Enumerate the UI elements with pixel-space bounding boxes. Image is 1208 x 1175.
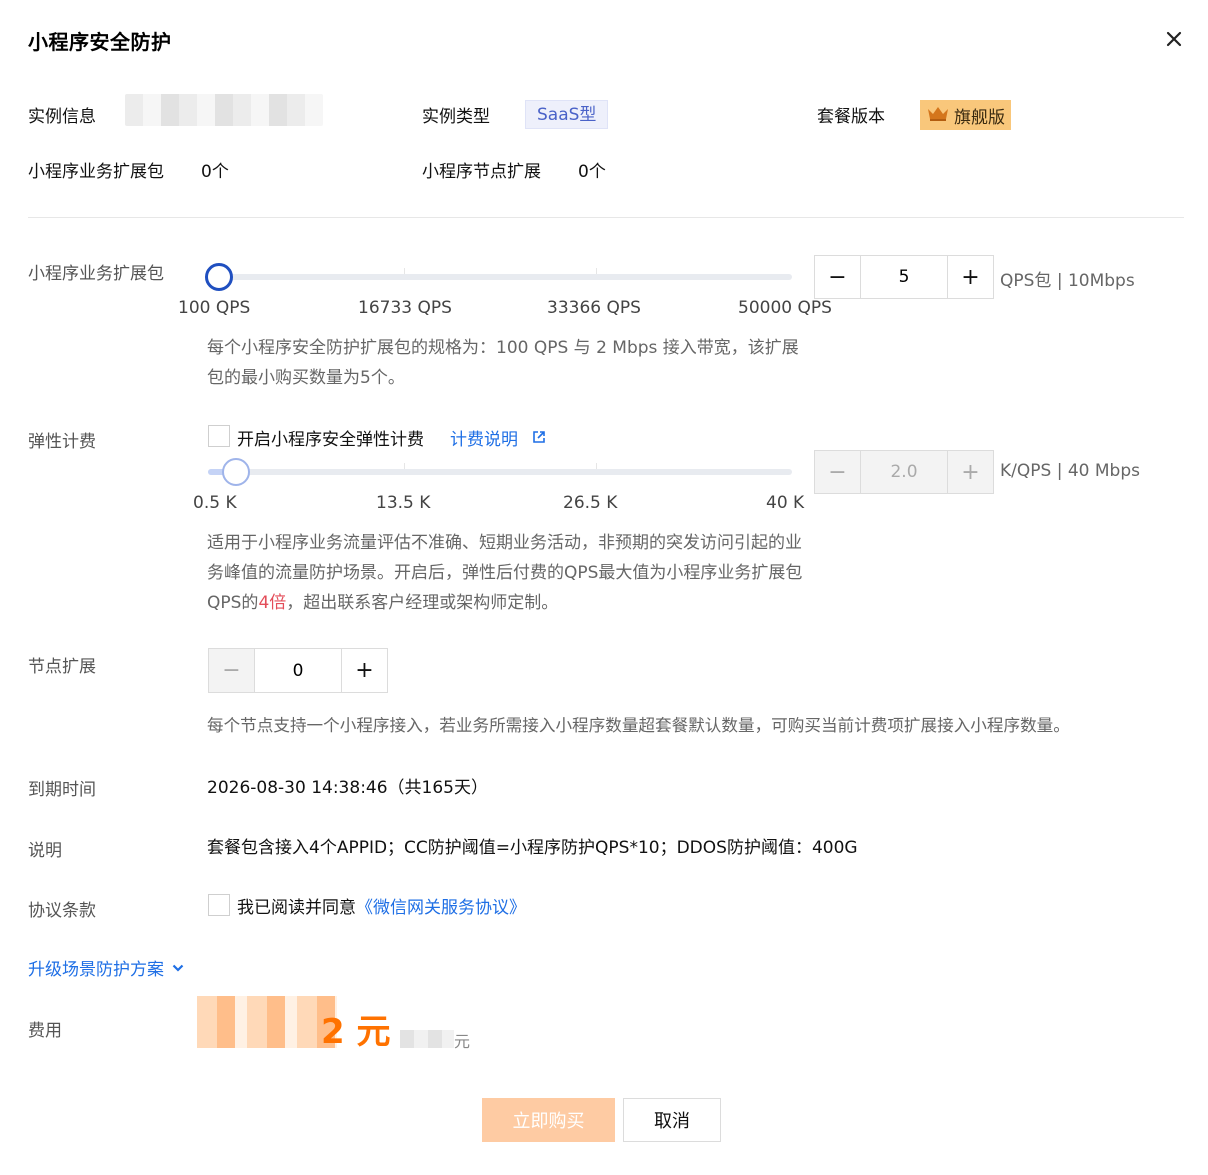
node-ext-stepper[interactable]: − 0 + (208, 648, 388, 693)
elastic-tick: 13.5 K (376, 493, 431, 513)
node-ext-help: 每个节点支持一个小程序接入，若业务所需接入小程序数量超套餐默认数量，可购买当前计… (207, 716, 1070, 735)
expiry-label: 到期时间 (28, 780, 96, 800)
biz-pack-info-label: 小程序业务扩展包 (28, 162, 164, 182)
minus-icon[interactable]: − (815, 451, 860, 493)
agreement-label: 协议条款 (28, 901, 96, 921)
biz-pack-slider-handle[interactable] (205, 263, 233, 291)
original-price-suffix: 元 (454, 1032, 471, 1051)
elastic-help-highlight: 4倍 (258, 593, 287, 613)
node-ext-info-label: 小程序节点扩展 (422, 162, 541, 182)
buy-button[interactable]: 立即购买 (482, 1098, 615, 1142)
fee-label: 费用 (28, 1021, 62, 1041)
price-blurred (197, 996, 337, 1048)
instance-info-label: 实例信息 (28, 107, 96, 127)
elastic-slider-handle[interactable] (222, 458, 250, 486)
agreement-checkbox[interactable] (208, 894, 230, 916)
dialog-title: 小程序安全防护 (28, 30, 172, 54)
original-price-blurred (400, 1030, 454, 1048)
divider (28, 217, 1184, 218)
crown-icon (926, 104, 950, 127)
plus-icon[interactable]: + (948, 451, 993, 493)
biz-pack-help: 每个小程序安全防护扩展包的规格为：100 QPS 与 2 Mbps 接入带宽，该… (207, 338, 799, 388)
agreement-prefix: 我已阅读并同意 (237, 898, 356, 918)
external-link-icon[interactable] (532, 429, 546, 449)
biz-pack-stepper[interactable]: − 5 + (814, 255, 994, 299)
package-version-tag: 旗舰版 (920, 100, 1011, 130)
upgrade-label: 升级场景防护方案 (28, 960, 164, 980)
upgrade-toggle[interactable]: 升级场景防护方案 (28, 955, 184, 980)
description-label: 说明 (28, 841, 62, 861)
instance-type-label: 实例类型 (422, 107, 490, 127)
package-version-value: 旗舰版 (954, 107, 1005, 128)
biz-pack-tick: 50000 QPS (738, 298, 832, 318)
elastic-tick: 40 K (766, 493, 805, 513)
billing-link[interactable]: 计费说明 (450, 425, 518, 450)
biz-pack-slider-track[interactable] (208, 268, 792, 280)
agreement-link[interactable]: 《微信网关服务协议》 (356, 898, 526, 918)
plus-icon[interactable]: + (948, 256, 993, 298)
elastic-slider-track[interactable] (208, 463, 792, 475)
biz-pack-quantity[interactable]: 5 (860, 256, 948, 298)
expiry-value: 2026-08-30 14:38:46（共165天） (207, 778, 488, 798)
description-value: 套餐包含接入4个APPID；CC防护阈值=小程序防护QPS*10；DDOS防护阈… (207, 838, 858, 858)
node-ext-info-value: 0个 (578, 162, 606, 182)
elastic-tick: 0.5 K (193, 493, 237, 513)
biz-pack-unit: QPS包 | 10Mbps (1000, 271, 1135, 291)
elastic-label: 弹性计费 (28, 432, 96, 452)
elastic-help: 适用于小程序业务流量评估不准确、短期业务活动，非预期的突发访问引起的业务峰值的流… (207, 528, 812, 618)
node-ext-label: 节点扩展 (28, 657, 96, 677)
instance-info-blurred (125, 94, 323, 126)
biz-pack-tick: 100 QPS (178, 298, 251, 318)
biz-pack-info-value: 0个 (201, 162, 229, 182)
biz-pack-label: 小程序业务扩展包 (28, 264, 164, 284)
chevron-down-icon (172, 958, 184, 978)
price-value: 2 元 (321, 1012, 391, 1052)
elastic-help-text-end: ，超出联系客户经理或架构师定制。 (286, 593, 559, 613)
minus-icon[interactable]: − (815, 256, 860, 298)
package-version-label: 套餐版本 (817, 107, 885, 127)
elastic-tick: 26.5 K (563, 493, 618, 513)
minus-icon[interactable]: − (209, 649, 254, 692)
close-icon[interactable] (1163, 28, 1185, 50)
biz-pack-tick: 16733 QPS (358, 298, 452, 318)
biz-pack-tick: 33366 QPS (547, 298, 641, 318)
agreement-text: 我已阅读并同意《微信网关服务协议》 (237, 893, 526, 918)
elastic-checkbox-label[interactable]: 开启小程序安全弹性计费 (237, 425, 424, 450)
cancel-button[interactable]: 取消 (623, 1098, 721, 1142)
node-ext-quantity[interactable]: 0 (254, 649, 342, 692)
elastic-stepper[interactable]: − 2.0 + (814, 450, 994, 494)
instance-type-tag: SaaS型 (525, 100, 609, 129)
elastic-unit: K/QPS | 40 Mbps (1000, 461, 1140, 481)
elastic-checkbox[interactable] (208, 425, 230, 447)
plus-icon[interactable]: + (342, 649, 387, 692)
elastic-quantity[interactable]: 2.0 (860, 451, 948, 493)
